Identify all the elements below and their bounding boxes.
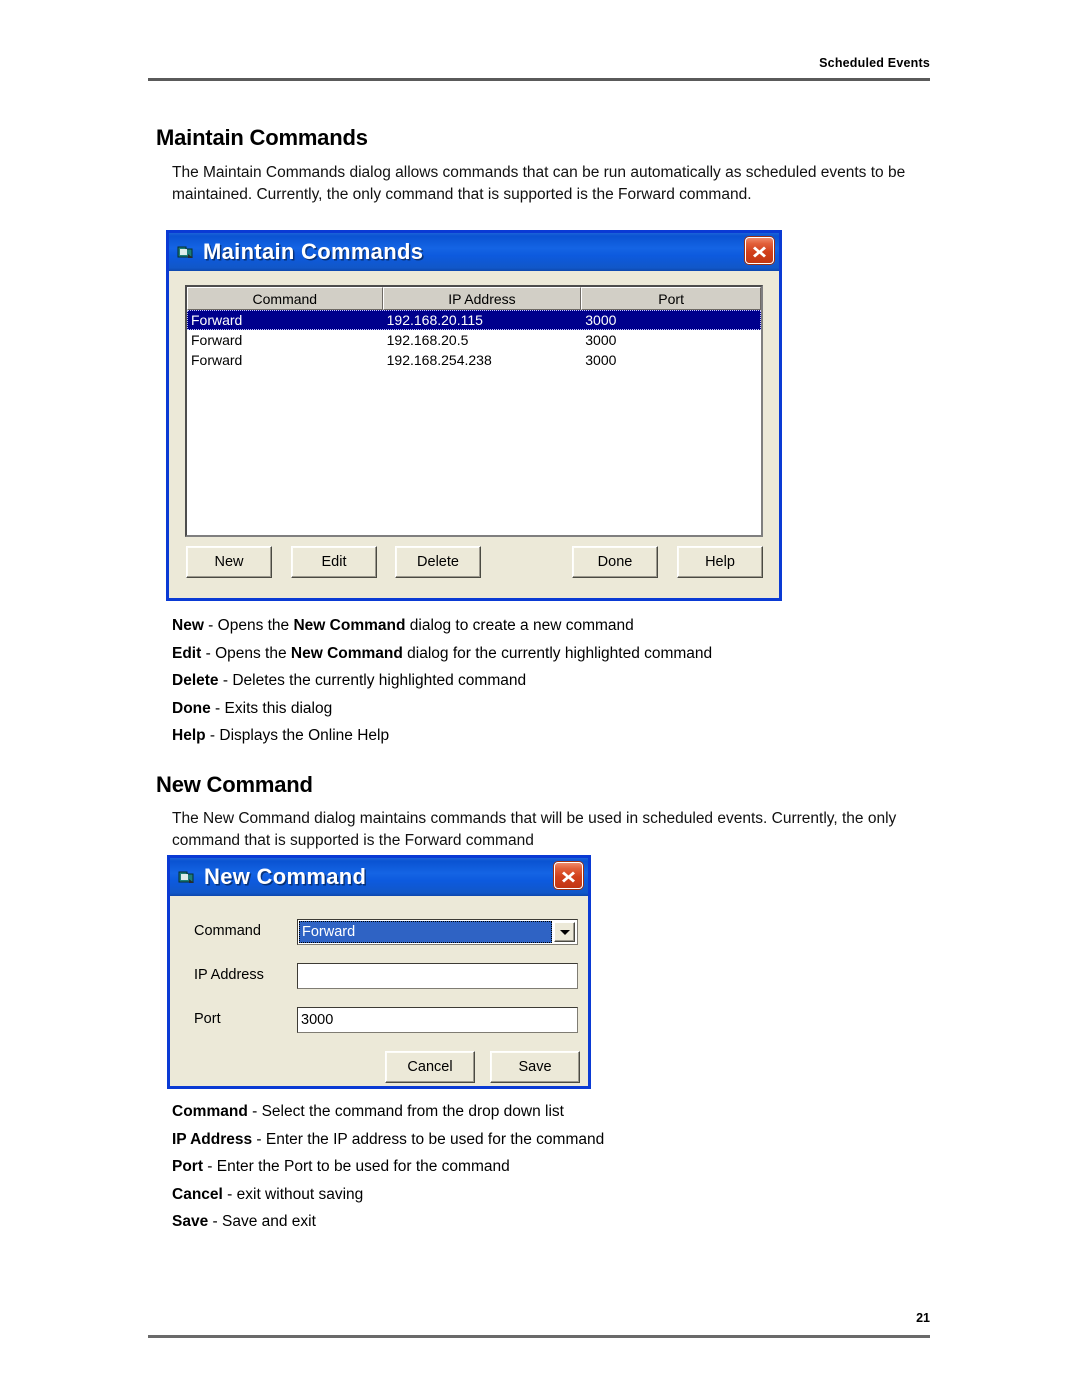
page-title-new-command: New Command (156, 772, 313, 797)
term-new: New (172, 617, 204, 634)
sep: - (208, 1213, 222, 1230)
desc-emphasis: New Command (290, 644, 403, 662)
list-item: Help - Displays the Online Help (172, 722, 932, 750)
list-item: Done - Exits this dialog (172, 695, 932, 723)
maintain-commands-dialog: Maintain Commands Command IP Address Por… (166, 230, 782, 601)
port-input[interactable]: 3000 (297, 1007, 578, 1033)
sep: - (203, 1158, 217, 1175)
sep: - (252, 1130, 266, 1148)
command-dropdown[interactable]: Forward (297, 919, 578, 945)
term-save: Save (172, 1213, 209, 1230)
list-item: Save - Save and exit (172, 1208, 932, 1236)
window-document-icon (177, 245, 194, 260)
new-button[interactable]: New (186, 546, 272, 578)
desc-text: Enter the IP address to be used for the … (265, 1130, 605, 1148)
desc-text: Enter the Port to be used for the comman… (216, 1158, 510, 1175)
cell-ip-address: 192.168.254.238 (386, 352, 492, 368)
done-button[interactable]: Done (572, 546, 658, 578)
term-help: Help (172, 727, 206, 744)
cell-port: 3000 (585, 312, 617, 328)
maintain-commands-description-list: New - Opens the New Command dialog to cr… (172, 612, 932, 750)
header-divider (148, 78, 930, 81)
chevron-down-icon[interactable] (554, 922, 575, 942)
page-title-maintain-commands: Maintain Commands (156, 125, 368, 150)
cell-ip-address: 192.168.20.115 (386, 312, 483, 328)
column-header-port[interactable]: Port (581, 287, 761, 310)
sep: - (203, 617, 218, 634)
new-command-description-list: Command - Select the command from the dr… (172, 1098, 932, 1236)
intro-paragraph-maintain-commands: The Maintain Commands dialog allows comm… (172, 164, 906, 203)
new-command-dialog: New Command Command Forward IP Address P… (167, 855, 591, 1089)
command-field-label: Command (194, 923, 261, 939)
list-item: Command - Select the command from the dr… (172, 1098, 932, 1126)
list-item: Edit - Opens the New Command dialog for … (172, 640, 932, 668)
list-item: Port - Enter the Port to be used for the… (172, 1153, 932, 1181)
commands-table-header: Command IP Address Port (187, 287, 761, 310)
desc-text: Deletes the currently highlighted comman… (232, 672, 527, 689)
sep: - (218, 672, 233, 689)
intro-paragraph-new-command: The New Command dialog maintains command… (172, 810, 897, 849)
list-item: Delete - Deletes the currently highlight… (172, 667, 932, 695)
desc-text: Save and exit (221, 1213, 316, 1230)
footer-divider (148, 1335, 930, 1338)
ip-address-field-label: IP Address (194, 967, 264, 983)
desc-emphasis: New Command (293, 617, 406, 634)
list-item: Cancel - exit without saving (172, 1181, 932, 1209)
edit-button[interactable]: Edit (291, 546, 377, 578)
cell-port: 3000 (585, 352, 617, 368)
cancel-button[interactable]: Cancel (385, 1051, 475, 1083)
commands-list-view[interactable]: Command IP Address Port Forward 192.168.… (185, 285, 763, 537)
column-header-ip-address[interactable]: IP Address (382, 287, 582, 310)
close-icon[interactable] (554, 862, 583, 889)
new-command-titlebar: New Command (170, 858, 588, 896)
term-edit: Edit (172, 644, 202, 662)
list-item: New - Opens the New Command dialog to cr… (172, 612, 932, 640)
desc-text: exit without saving (236, 1185, 364, 1203)
port-field-label: Port (194, 1011, 221, 1027)
term-port: Port (172, 1158, 203, 1175)
delete-button[interactable]: Delete (395, 546, 481, 578)
term-done: Done (172, 699, 211, 717)
term-cancel: Cancel (172, 1185, 223, 1203)
desc-text: Select the command from the drop down li… (261, 1103, 564, 1120)
cell-command: Forward (191, 352, 243, 368)
save-button[interactable]: Save (490, 1051, 580, 1083)
running-head: Scheduled Events (148, 54, 930, 72)
help-button[interactable]: Help (677, 546, 763, 578)
command-dropdown-value: Forward (299, 921, 552, 943)
term-command: Command (172, 1103, 248, 1120)
table-row[interactable]: Forward 192.168.20.115 3000 (187, 310, 761, 330)
close-icon[interactable] (745, 237, 774, 264)
page-number: 21 (916, 1311, 930, 1325)
sep: - (201, 644, 216, 662)
cell-command: Forward (191, 312, 243, 328)
window-document-icon (178, 870, 195, 885)
table-row[interactable]: Forward 192.168.254.238 3000 (187, 350, 761, 370)
desc-text: Displays the Online Help (219, 727, 390, 744)
desc-text-after: dialog for the currently highlighted com… (402, 644, 713, 662)
desc-text: Exits this dialog (224, 699, 333, 717)
maintain-commands-title: Maintain Commands (203, 239, 424, 264)
cell-command: Forward (191, 332, 243, 348)
ip-address-input[interactable] (297, 963, 578, 989)
column-header-command[interactable]: Command (187, 287, 383, 310)
term-ip-address: IP Address (172, 1130, 253, 1148)
sep: - (210, 699, 225, 717)
table-row[interactable]: Forward 192.168.20.5 3000 (187, 330, 761, 350)
sep: - (247, 1103, 262, 1120)
cell-ip-address: 192.168.20.5 (386, 332, 469, 348)
desc-text: Opens the (215, 644, 291, 662)
list-item: IP Address - Enter the IP address to be … (172, 1126, 932, 1154)
sep: - (205, 727, 220, 744)
running-head-text: Scheduled Events (819, 56, 930, 70)
new-command-title: New Command (204, 864, 367, 889)
cell-port: 3000 (585, 332, 617, 348)
sep: - (222, 1185, 237, 1203)
desc-text: Opens the (217, 617, 294, 634)
maintain-commands-titlebar: Maintain Commands (169, 233, 779, 271)
desc-text-after: dialog to create a new command (405, 617, 634, 634)
term-delete: Delete (172, 672, 219, 689)
